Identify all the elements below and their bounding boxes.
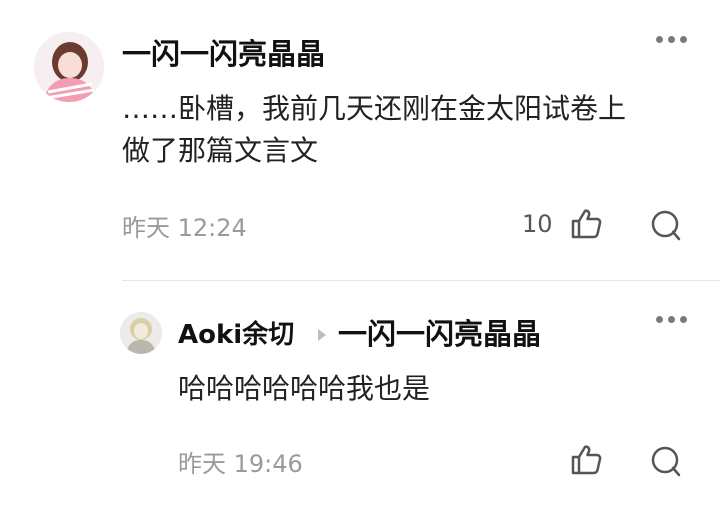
comment-text-line: ……卧槽，我前几天还刚在金太阳试卷上 — [122, 92, 627, 125]
thumbs-up-icon[interactable] — [568, 442, 604, 478]
comment-text: 哈哈哈哈哈哈我也是 — [178, 372, 431, 405]
comment-icon[interactable] — [648, 208, 684, 244]
more-options-icon[interactable] — [656, 316, 687, 323]
username[interactable]: 一闪一闪亮晶晶 — [122, 36, 325, 72]
username[interactable]: Aoki余切 — [178, 318, 294, 352]
thumbs-up-icon[interactable] — [568, 206, 604, 242]
reply-to-username[interactable]: 一闪一闪亮晶晶 — [338, 316, 541, 352]
divider — [122, 280, 720, 281]
comment-text-line: 做了那篇文言文 — [122, 134, 319, 167]
avatar[interactable] — [34, 32, 104, 102]
like-count: 10 — [522, 210, 553, 238]
timestamp: 昨天 19:46 — [178, 450, 303, 478]
reply-arrow-icon — [318, 329, 326, 341]
avatar-image — [120, 312, 162, 354]
timestamp: 昨天 12:24 — [122, 214, 247, 242]
avatar[interactable] — [120, 312, 162, 354]
comment-icon[interactable] — [648, 444, 684, 480]
comment-text: ……卧槽，我前几天还刚在金太阳试卷上 做了那篇文言文 — [122, 88, 702, 172]
more-options-icon[interactable] — [656, 36, 687, 43]
avatar-image — [34, 32, 104, 102]
